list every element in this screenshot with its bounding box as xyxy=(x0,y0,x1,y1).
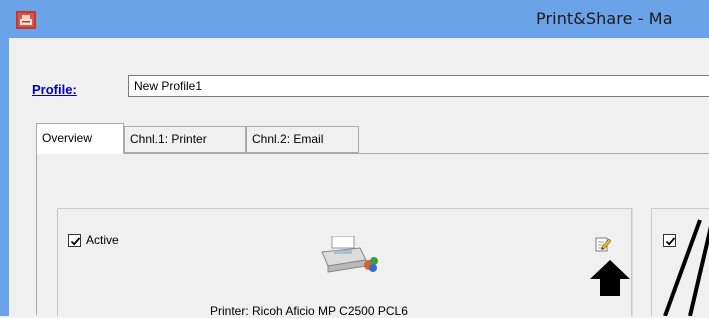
window-border xyxy=(0,38,9,316)
title-bar[interactable]: Print&Share - Ma xyxy=(0,0,709,38)
profile-name-input[interactable] xyxy=(128,75,709,97)
tab-printer[interactable]: Chnl.1: Printer xyxy=(124,126,246,153)
tab-printer-label: Chnl.1: Printer xyxy=(130,132,207,146)
active-checkbox[interactable] xyxy=(68,234,81,247)
window-title: Print&Share - Ma xyxy=(536,9,673,28)
tab-email-label: Chnl.2: Email xyxy=(252,132,324,146)
profile-link[interactable]: Profile: xyxy=(32,82,77,97)
printer-icon xyxy=(320,235,380,279)
tab-overview-label: Overview xyxy=(42,131,93,145)
channel-card-email xyxy=(651,208,709,316)
app-icon[interactable] xyxy=(16,11,36,29)
edit-icon[interactable] xyxy=(595,236,612,255)
tab-email[interactable]: Chnl.2: Email xyxy=(246,126,359,153)
active-label: Active xyxy=(86,233,119,247)
tab-overview[interactable]: Overview xyxy=(36,123,124,154)
email-active-checkbox[interactable] xyxy=(663,234,676,247)
